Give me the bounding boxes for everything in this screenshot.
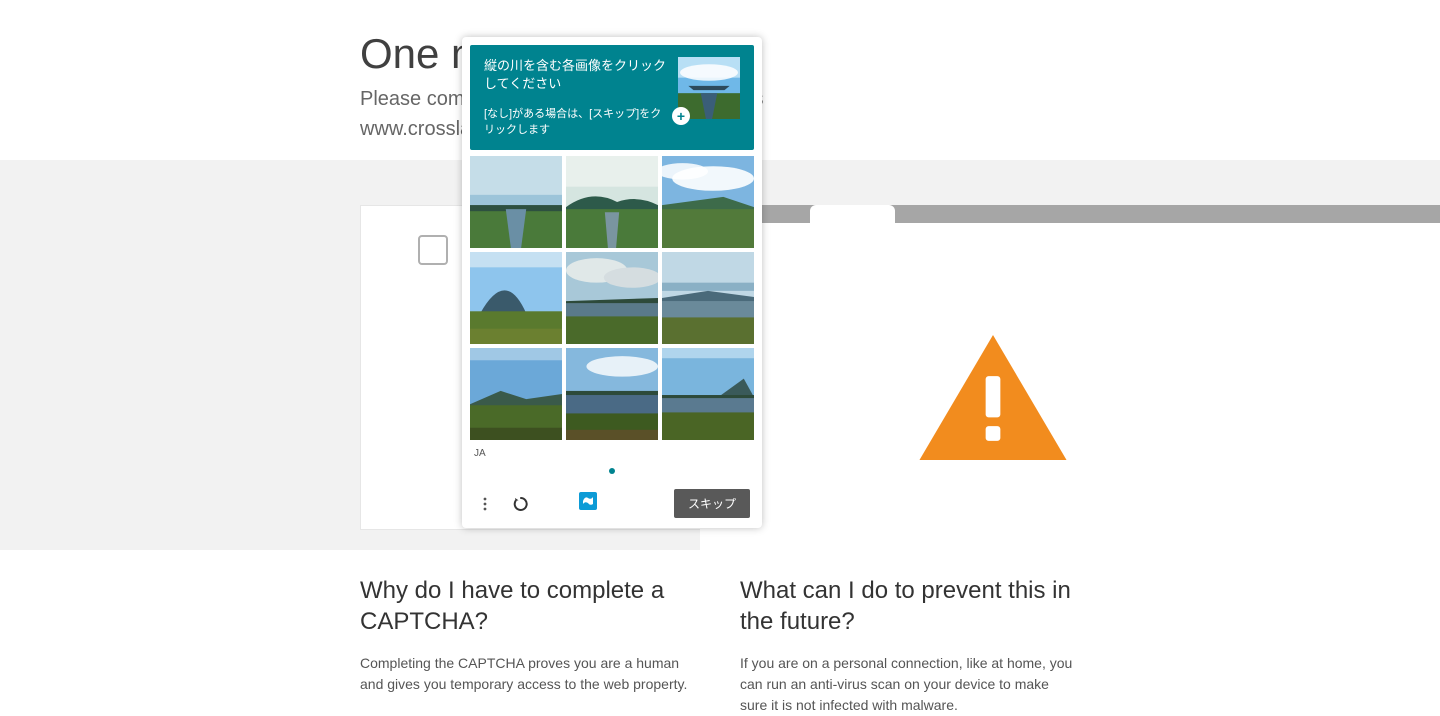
pagination-dot	[609, 468, 615, 474]
faq-right: What can I do to prevent this in the fut…	[740, 575, 1080, 716]
hcaptcha-logo-icon	[577, 490, 599, 517]
captcha-checkbox[interactable]	[418, 235, 448, 265]
tile-8[interactable]	[662, 348, 754, 440]
tile-6[interactable]	[470, 348, 562, 440]
challenge-instruction: 縦の川を含む各画像をクリックしてください	[484, 57, 668, 93]
challenge-header-text: 縦の川を含む各画像をクリックしてください [なし]がある場合は、[スキップ]をク…	[484, 57, 668, 138]
challenge-pagination	[470, 459, 754, 481]
faq-section: Why do I have to complete a CAPTCHA? Com…	[360, 575, 1080, 716]
browser-chrome-bar	[700, 205, 1440, 223]
tile-2[interactable]	[662, 156, 754, 248]
tile-4[interactable]	[566, 252, 658, 344]
tile-7[interactable]	[566, 348, 658, 440]
warning-icon	[918, 335, 1068, 465]
tile-0[interactable]	[470, 156, 562, 248]
refresh-icon[interactable]	[510, 493, 532, 515]
challenge-grid	[470, 156, 754, 440]
browser-mockup	[700, 205, 1440, 550]
faq-text-left: Completing the CAPTCHA proves you are a …	[360, 653, 700, 695]
faq-heading-right: What can I do to prevent this in the fut…	[740, 575, 1080, 637]
more-options-icon[interactable]	[474, 493, 496, 515]
challenge-sub-instruction: [なし]がある場合は、[スキップ]をクリックします	[484, 107, 668, 138]
faq-heading-left: Why do I have to complete a CAPTCHA?	[360, 575, 700, 637]
tile-3[interactable]	[470, 252, 562, 344]
skip-button[interactable]: スキップ	[674, 489, 750, 518]
browser-tab	[810, 205, 895, 223]
faq-left: Why do I have to complete a CAPTCHA? Com…	[360, 575, 700, 716]
tile-1[interactable]	[566, 156, 658, 248]
challenge-language[interactable]: JA	[470, 440, 754, 459]
challenge-footer: スキップ	[470, 481, 754, 520]
tile-5[interactable]	[662, 252, 754, 344]
captcha-challenge-popup: 縦の川を含む各画像をクリックしてください [なし]がある場合は、[スキップ]をク…	[462, 37, 762, 528]
challenge-example-image: +	[678, 57, 740, 119]
plus-icon: +	[672, 107, 690, 125]
challenge-header: 縦の川を含む各画像をクリックしてください [なし]がある場合は、[スキップ]をク…	[470, 45, 754, 150]
faq-text-right: If you are on a personal connection, lik…	[740, 653, 1080, 716]
